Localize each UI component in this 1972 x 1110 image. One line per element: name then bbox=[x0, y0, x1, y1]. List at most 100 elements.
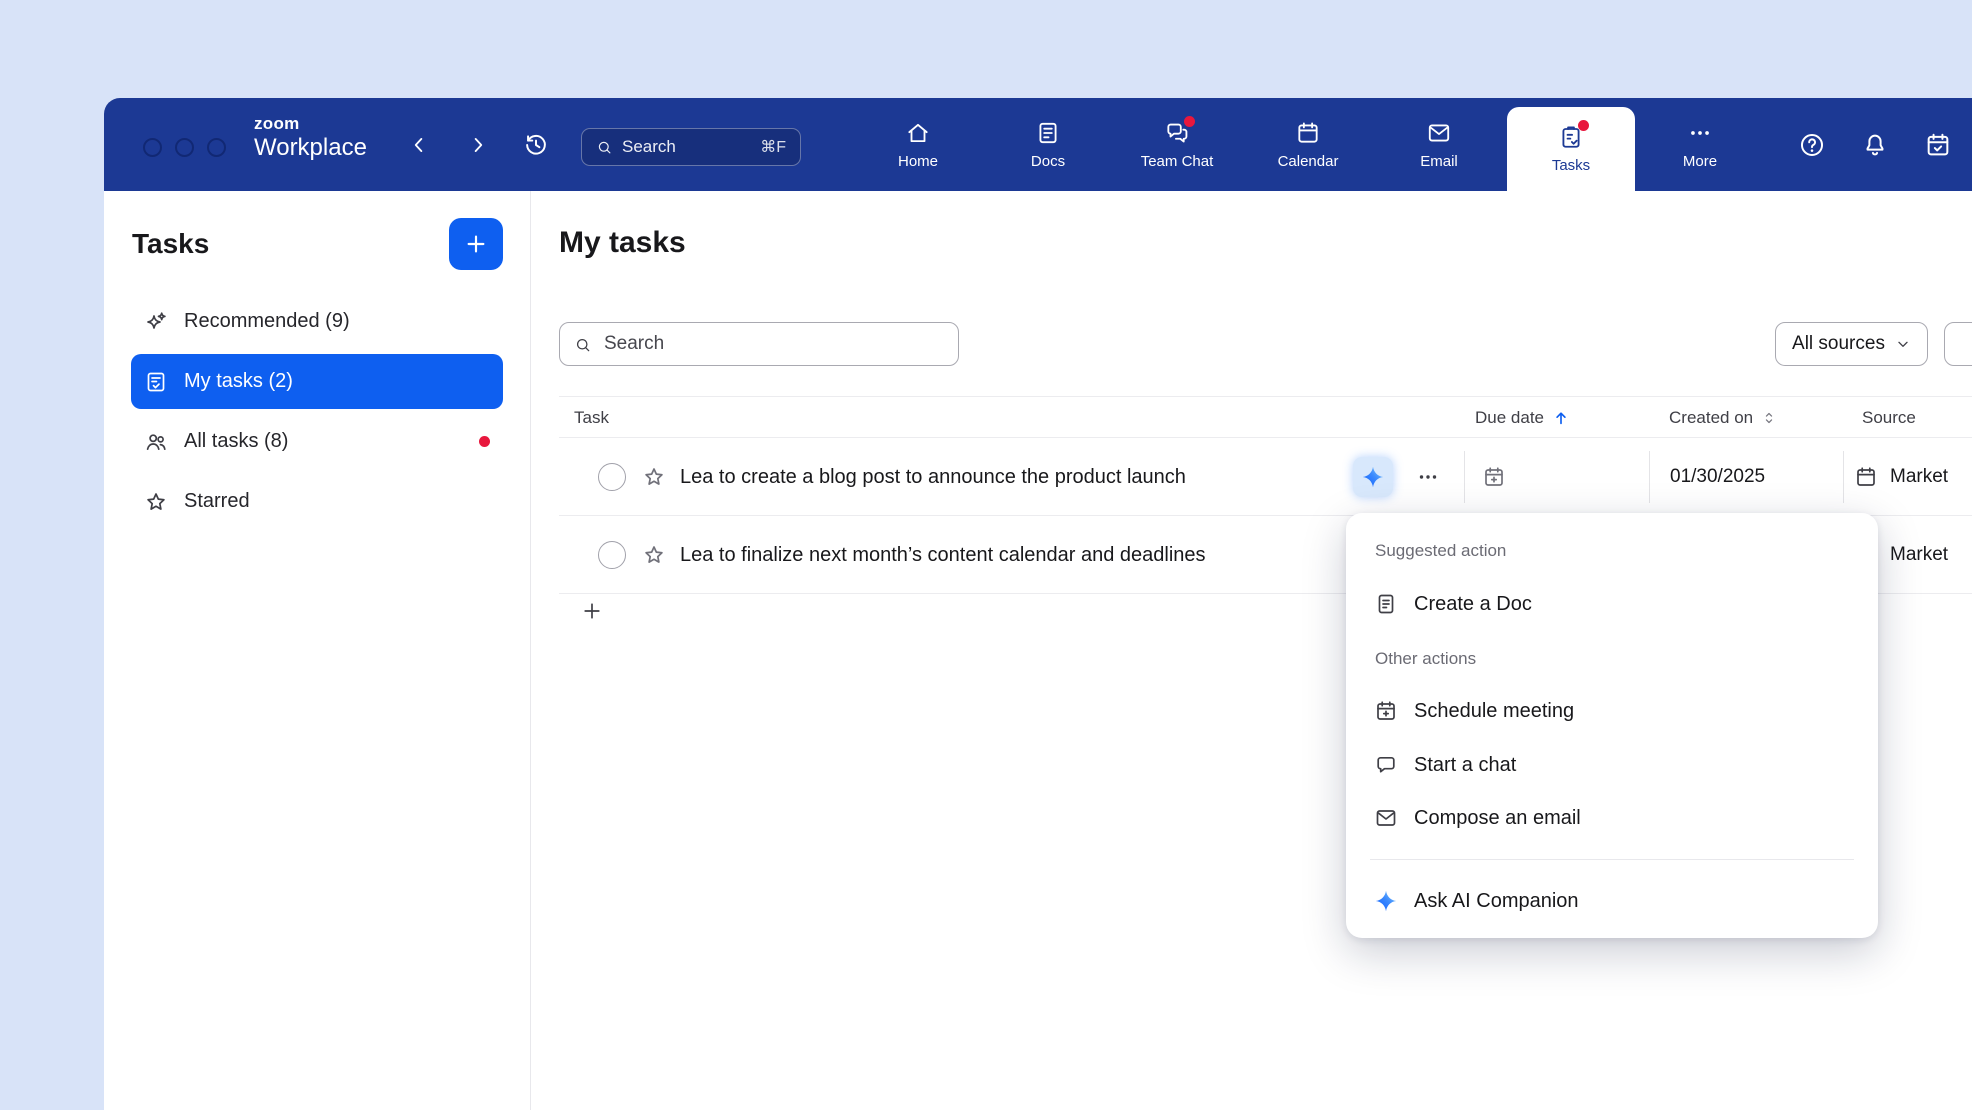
back-button[interactable] bbox=[406, 132, 432, 158]
menu-item-label: Compose an email bbox=[1414, 807, 1581, 830]
help-button[interactable] bbox=[1798, 131, 1826, 159]
search-shortcut: ⌘F bbox=[760, 137, 786, 157]
cell-divider bbox=[1843, 451, 1844, 503]
nav-docs-label: Docs bbox=[1031, 153, 1065, 170]
global-search[interactable]: Search ⌘F bbox=[581, 128, 801, 166]
task-title[interactable]: Lea to finalize next month’s content cal… bbox=[680, 516, 1206, 594]
suggested-action-heading: Suggested action bbox=[1375, 541, 1506, 561]
app-window: zoom Workplace Search ⌘F Home Docs bbox=[104, 98, 1972, 1110]
sidebar-item-all-tasks[interactable]: All tasks (8) bbox=[131, 414, 503, 469]
created-on-value: 01/30/2025 bbox=[1670, 438, 1765, 516]
sidebar-item-label: Starred bbox=[184, 490, 250, 513]
sort-toggle-icon bbox=[1760, 409, 1778, 427]
notifications-button[interactable] bbox=[1861, 131, 1889, 159]
table-header: Task Due date Created on Source bbox=[559, 396, 1972, 438]
clipped-toolbar-button[interactable] bbox=[1944, 322, 1972, 366]
set-due-date-button[interactable] bbox=[1482, 465, 1506, 489]
star-icon[interactable] bbox=[642, 543, 666, 567]
nav-calendar[interactable]: Calendar bbox=[1253, 98, 1363, 191]
task-checkbox[interactable] bbox=[598, 463, 626, 491]
other-actions-heading: Other actions bbox=[1375, 649, 1476, 669]
window-control-2[interactable] bbox=[175, 138, 194, 157]
source-filter-dropdown[interactable]: All sources bbox=[1775, 322, 1928, 366]
star-icon[interactable] bbox=[642, 465, 666, 489]
menu-item-label: Start a chat bbox=[1414, 754, 1516, 777]
new-task-button[interactable] bbox=[449, 218, 503, 270]
sidebar-item-recommended[interactable]: Recommended (9) bbox=[131, 294, 503, 349]
window-control-3[interactable] bbox=[207, 138, 226, 157]
page-title: My tasks bbox=[559, 226, 686, 260]
zoom-workplace-logo: zoom Workplace bbox=[254, 114, 367, 161]
logo-workplace: Workplace bbox=[254, 134, 367, 162]
history-icon bbox=[522, 131, 550, 159]
all-tasks-badge bbox=[479, 436, 490, 447]
nav-email-label: Email bbox=[1420, 153, 1458, 170]
calendar-widget-button[interactable] bbox=[1924, 131, 1952, 159]
sidebar-item-label: My tasks (2) bbox=[184, 370, 293, 393]
ai-companion-button[interactable] bbox=[1353, 457, 1393, 497]
column-created-on[interactable]: Created on bbox=[1669, 397, 1778, 439]
window-control-1[interactable] bbox=[143, 138, 162, 157]
ai-star-icon bbox=[1361, 465, 1385, 489]
nav-email[interactable]: Email bbox=[1384, 98, 1494, 191]
menu-item-label: Schedule meeting bbox=[1414, 700, 1574, 723]
team-chat-badge bbox=[1184, 116, 1195, 127]
sparkle-icon bbox=[144, 310, 168, 334]
global-search-label: Search bbox=[622, 137, 676, 157]
logo-zoom: zoom bbox=[254, 114, 367, 134]
email-icon bbox=[1426, 120, 1452, 146]
nav-home[interactable]: Home bbox=[863, 98, 973, 191]
nav-more[interactable]: More bbox=[1645, 98, 1755, 191]
history-button[interactable] bbox=[522, 131, 550, 159]
task-title[interactable]: Lea to create a blog post to announce th… bbox=[680, 438, 1186, 516]
topbar: zoom Workplace Search ⌘F Home Docs bbox=[104, 98, 1972, 191]
nav-team-chat[interactable]: Team Chat bbox=[1122, 98, 1232, 191]
menu-item-compose-email[interactable]: Compose an email bbox=[1358, 791, 1866, 845]
menu-item-start-chat[interactable]: Start a chat bbox=[1358, 738, 1866, 792]
column-due-date[interactable]: Due date bbox=[1475, 397, 1571, 439]
calendar-add-icon bbox=[1374, 699, 1398, 723]
task-checkbox[interactable] bbox=[598, 541, 626, 569]
search-icon bbox=[596, 139, 613, 156]
sidebar-item-starred[interactable]: Starred bbox=[131, 474, 503, 529]
plus-icon bbox=[580, 599, 604, 623]
tasks-sidebar: Tasks Recommended (9) My tasks (2) All t… bbox=[104, 191, 531, 1110]
add-task-button[interactable] bbox=[580, 599, 604, 623]
task-more-button[interactable] bbox=[1416, 465, 1440, 489]
menu-item-schedule-meeting[interactable]: Schedule meeting bbox=[1358, 684, 1866, 738]
sidebar-title: Tasks bbox=[132, 228, 209, 260]
sidebar-menu: Recommended (9) My tasks (2) All tasks (… bbox=[131, 294, 503, 534]
task-list-icon bbox=[144, 370, 168, 394]
forward-button[interactable] bbox=[465, 132, 491, 158]
docs-icon bbox=[1035, 120, 1061, 146]
source-value: Market bbox=[1890, 438, 1948, 516]
calendar-add-icon bbox=[1482, 465, 1506, 489]
bell-icon bbox=[1861, 131, 1889, 159]
ai-star-icon bbox=[1374, 889, 1398, 913]
menu-item-ask-ai-companion[interactable]: Ask AI Companion bbox=[1358, 874, 1866, 928]
task-search-input[interactable] bbox=[560, 323, 958, 365]
source-filter-label: All sources bbox=[1792, 333, 1885, 355]
star-icon bbox=[144, 490, 168, 514]
chat-bubble-icon bbox=[1374, 753, 1398, 777]
doc-icon bbox=[1374, 592, 1398, 616]
chevron-left-icon bbox=[406, 132, 432, 158]
sort-ascending-icon bbox=[1551, 408, 1571, 428]
chevron-down-icon bbox=[1895, 336, 1911, 352]
task-search-field bbox=[559, 322, 959, 366]
nav-more-label: More bbox=[1683, 153, 1717, 170]
nav-tasks[interactable]: Tasks bbox=[1507, 107, 1635, 191]
help-icon bbox=[1798, 131, 1826, 159]
nav-team-chat-label: Team Chat bbox=[1141, 153, 1214, 170]
nav-docs[interactable]: Docs bbox=[993, 98, 1103, 191]
ellipsis-icon bbox=[1416, 465, 1440, 489]
menu-item-create-doc[interactable]: Create a Doc bbox=[1358, 577, 1866, 631]
sidebar-item-my-tasks[interactable]: My tasks (2) bbox=[131, 354, 503, 409]
calendar-check-icon bbox=[1924, 131, 1952, 159]
ai-actions-menu: Suggested action Create a Doc Other acti… bbox=[1346, 513, 1878, 938]
nav-calendar-label: Calendar bbox=[1278, 153, 1339, 170]
plus-icon bbox=[463, 231, 489, 257]
nav-tasks-label: Tasks bbox=[1552, 157, 1590, 174]
menu-item-label: Create a Doc bbox=[1414, 593, 1532, 616]
email-icon bbox=[1374, 806, 1398, 830]
